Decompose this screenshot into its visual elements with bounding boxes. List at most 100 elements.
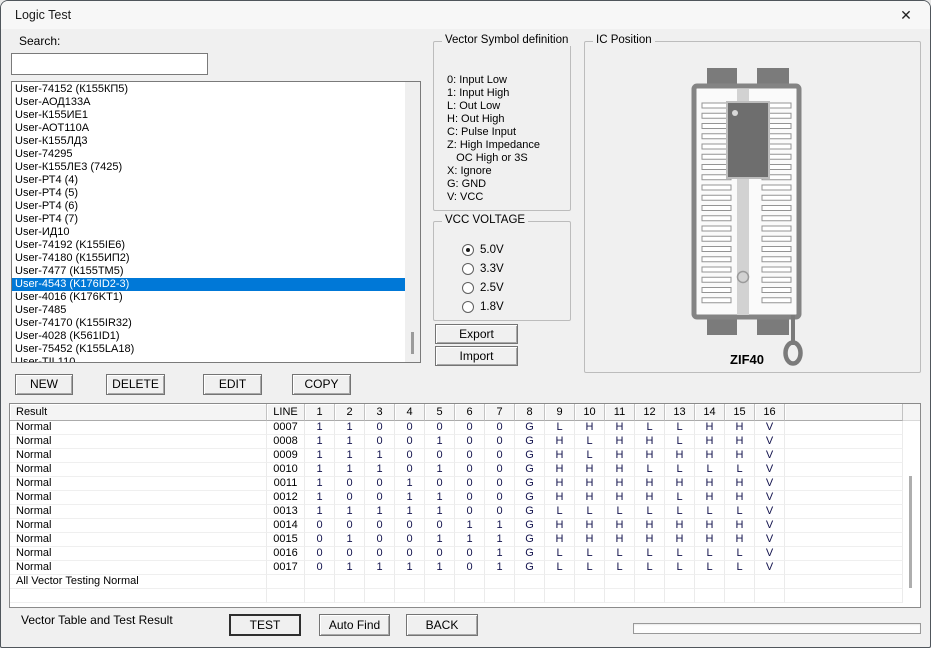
table-row[interactable]: Normal 0014 0 0 0 0 0 1 1 G H H H H H H H V [10,519,920,533]
column-header[interactable]: 13 [665,404,695,421]
vector-cell [665,575,695,589]
column-header[interactable]: Result [10,404,267,421]
table-row[interactable]: All Vector Testing Normal [10,575,920,589]
vector-cell [425,589,455,603]
table-row[interactable]: Normal 0016 0 0 0 0 0 0 1 G L L L L L L L V [10,547,920,561]
list-item[interactable]: User-74180 (К155ИП2) [12,252,405,265]
table-row[interactable]: Normal 0013 1 1 1 1 1 0 0 G L L L L L L L V [10,505,920,519]
vcc-radio-option[interactable]: 2.5V [462,280,504,296]
table-row[interactable]: Normal 0010 1 1 1 0 1 0 0 G H H H L L L L V [10,463,920,477]
line-cell: 0016 [267,547,305,561]
vector-cell: H [635,519,665,533]
list-item[interactable]: User-74170 (K155IR32) [12,317,405,330]
socket-pin-slot [701,246,732,252]
vector-cell: 0 [365,519,395,533]
table-row[interactable]: Normal 0011 1 0 0 1 0 0 0 G H H H H H H H V [10,477,920,491]
line-cell: 0012 [267,491,305,505]
vector-cell: L [725,505,755,519]
search-input[interactable] [11,53,208,75]
table-scrollbar-thumb[interactable] [909,476,912,588]
list-item[interactable]: User-РТ4 (4) [12,174,405,187]
socket-pin-slot [701,215,732,222]
list-item[interactable]: User-TIL110 [12,356,405,362]
export-button[interactable]: Export [435,324,518,344]
list-item[interactable]: User-К155ЛЕ3 (7425) [12,161,405,174]
list-item[interactable]: User-4543 (K176ID2-3) [12,278,405,291]
list-item[interactable]: User-ИД10 [12,226,405,239]
line-cell: 0009 [267,449,305,463]
list-item[interactable]: User-АОТ110А [12,122,405,135]
edit-button[interactable]: EDIT [203,374,262,395]
list-item[interactable]: User-4016 (K176KT1) [12,291,405,304]
vector-cell: 0 [485,435,515,449]
column-header[interactable]: 15 [725,404,755,421]
vector-cell: L [725,561,755,575]
new-button[interactable]: NEW [15,374,73,395]
column-header[interactable]: LINE [267,404,305,421]
list-item[interactable]: User-К155ИЕ1 [12,109,405,122]
table-row[interactable]: Normal 0012 1 0 0 1 1 0 0 G H H H H L H H V [10,491,920,505]
list-item[interactable]: User-К155ЛД3 [12,135,405,148]
list-item[interactable]: User-РТ4 (5) [12,187,405,200]
socket-pin-slot [761,276,792,283]
column-header[interactable]: 11 [605,404,635,421]
list-item[interactable]: User-74152 (К155КП5) [12,83,405,96]
column-header-filler [785,404,903,421]
vector-cell: 1 [335,505,365,519]
socket-bottom-tab-left [707,317,737,335]
column-header[interactable]: 4 [395,404,425,421]
list-item[interactable]: User-АОД133А [12,96,405,109]
column-header[interactable]: 1 [305,404,335,421]
progress-bar [633,623,921,634]
list-item[interactable]: User-4028 (K561ID1) [12,330,405,343]
list-item[interactable]: User-7485 [12,304,405,317]
test-button[interactable]: TEST [229,614,301,636]
column-header[interactable]: 14 [695,404,725,421]
vector-cell: H [695,491,725,505]
column-header[interactable]: 16 [755,404,785,421]
chip-pin1-dot [732,110,738,116]
list-item[interactable]: User-7477 (К155ТМ5) [12,265,405,278]
vector-cell: H [725,449,755,463]
list-item[interactable]: User-74192 (K155IE6) [12,239,405,252]
socket-pin-slot [701,205,732,211]
list-item[interactable]: User-РТ4 (7) [12,213,405,226]
close-icon: ✕ [900,7,912,23]
column-header[interactable]: 12 [635,404,665,421]
list-item[interactable]: User-74295 [12,148,405,161]
radio-label: 3.3V [480,263,504,275]
column-header[interactable]: 5 [425,404,455,421]
table-row[interactable]: Normal 0017 0 1 1 1 1 0 1 G L L L L L L L V [10,561,920,575]
import-button[interactable]: Import [435,346,518,366]
table-row[interactable]: Normal 0015 0 1 0 0 1 1 1 G H H H H H H H V [10,533,920,547]
back-button[interactable]: BACK [406,614,478,636]
column-header[interactable]: 8 [515,404,545,421]
list-item[interactable]: User-РТ4 (6) [12,200,405,213]
table-row[interactable]: Normal 0007 1 1 0 0 0 0 0 G L H H L L H H V [10,421,920,435]
line-cell: 0017 [267,561,305,575]
column-header[interactable]: 9 [545,404,575,421]
listbox-scrollbar-thumb[interactable] [411,332,414,354]
socket-pin-slot [761,287,792,293]
delete-button[interactable]: DELETE [106,374,165,395]
column-header[interactable]: 2 [335,404,365,421]
list-item[interactable]: User-75452 (K155LA18) [12,343,405,356]
close-button[interactable]: ✕ [886,1,926,29]
table-row[interactable]: Normal 0009 1 1 1 0 0 0 0 G H L H H H H H V [10,449,920,463]
socket-pin-slot [701,235,732,242]
vector-cell: L [665,463,695,477]
vcc-radio-option[interactable]: 5.0V [462,242,504,258]
chip-listbox[interactable]: User-74152 (К155КП5) User-АОД133А User-К15… [11,81,421,363]
copy-button[interactable]: COPY [292,374,351,395]
column-header[interactable]: 6 [455,404,485,421]
table-row[interactable] [10,589,920,603]
column-header[interactable]: 10 [575,404,605,421]
auto-find-button[interactable]: Auto Find [319,614,390,636]
column-header[interactable]: 7 [485,404,515,421]
column-header[interactable]: 3 [365,404,395,421]
vcc-radio-option[interactable]: 1.8V [462,299,504,315]
listbox-scrollbar-track[interactable] [405,82,420,362]
vector-cell: L [635,421,665,435]
table-row[interactable]: Normal 0008 1 1 0 0 1 0 0 G H L H H L H H V [10,435,920,449]
vcc-radio-option[interactable]: 3.3V [462,261,504,277]
